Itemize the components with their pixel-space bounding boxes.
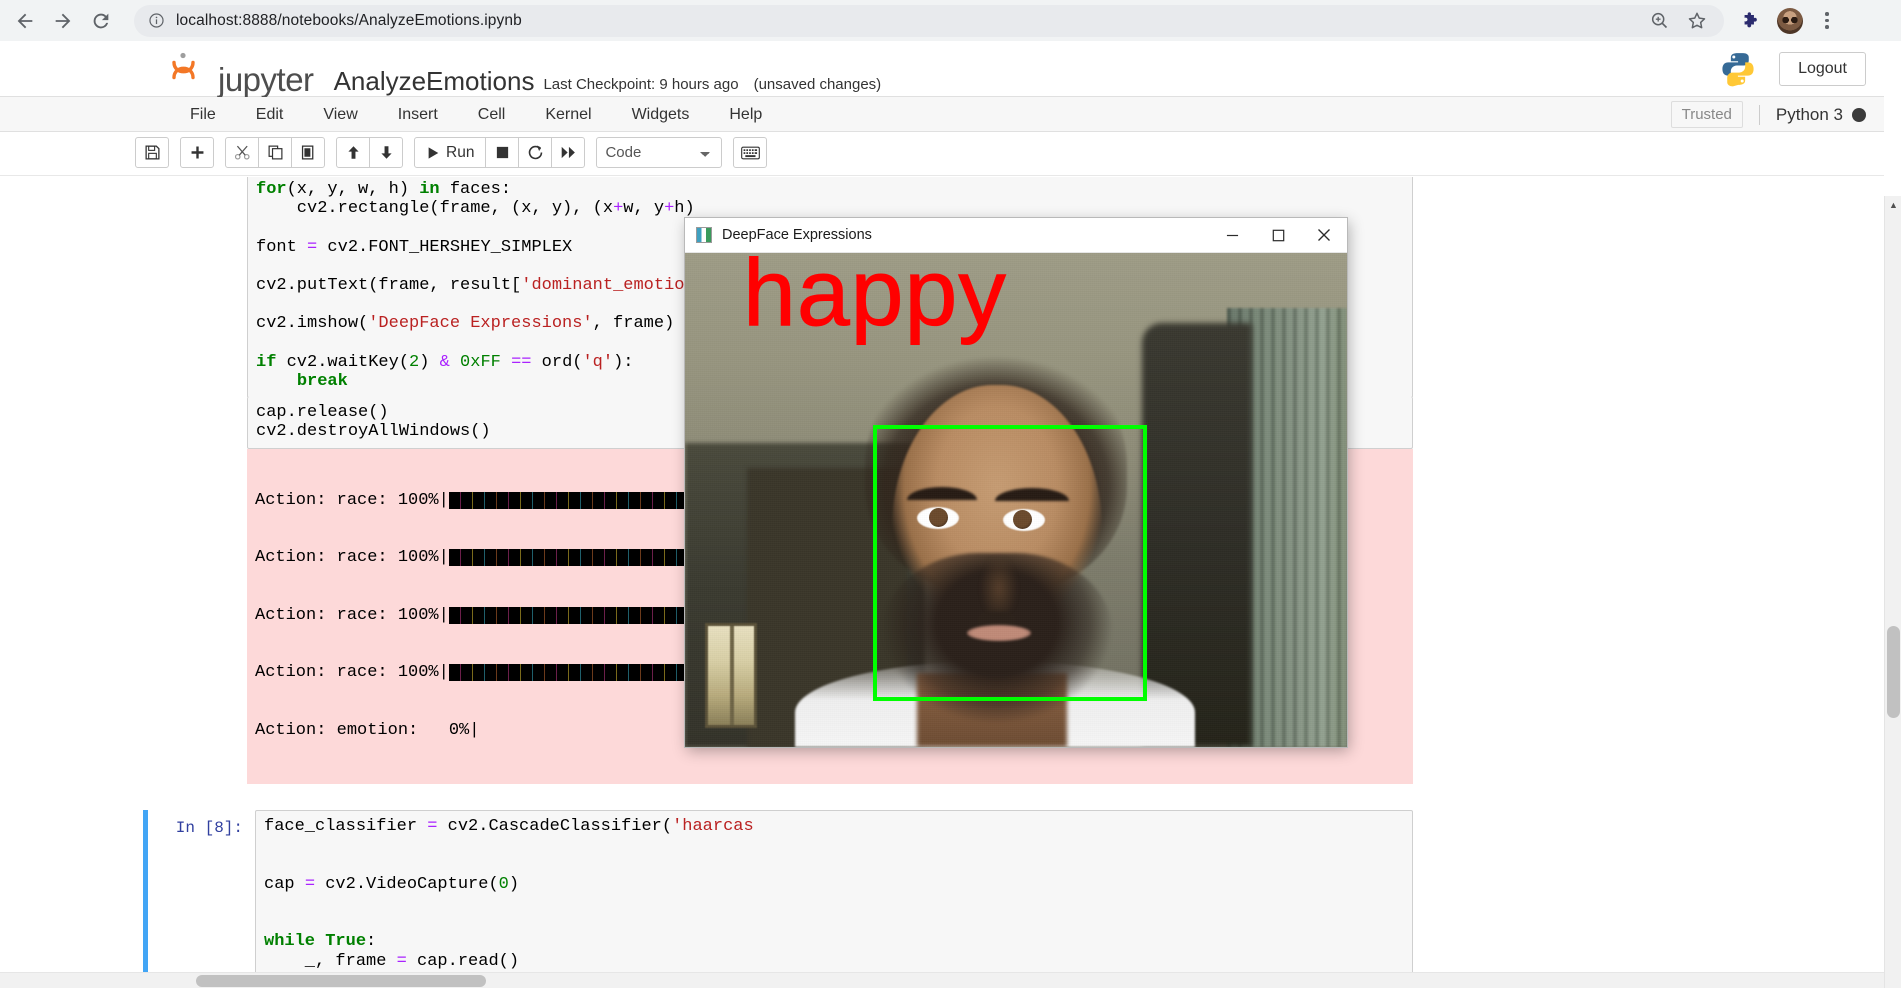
address-bar-url: localhost:8888/notebooks/AnalyzeEmotions…	[176, 11, 522, 29]
jupyter-toolbar: Run Code	[0, 132, 1884, 176]
save-floppy-icon[interactable]	[135, 137, 169, 168]
progress-label: Action: race: 100%|	[255, 605, 449, 625]
menu-item-file[interactable]: File	[170, 97, 236, 132]
cell-type-select[interactable]: Code Markdown Raw NBConvert Heading	[596, 137, 723, 168]
jupyter-header: jupyter AnalyzeEmotions Last Checkpoint:…	[0, 41, 1884, 98]
toolbar-group-command-palette	[733, 137, 768, 168]
progress-label: Action: emotion: 0%|	[255, 720, 480, 740]
kernel-name-label: Python 3	[1775, 104, 1843, 124]
menu-item-widgets[interactable]: Widgets	[612, 97, 710, 132]
arrow-up-icon[interactable]	[336, 137, 370, 168]
browser-toolbar: localhost:8888/notebooks/AnalyzeEmotions…	[0, 0, 1901, 41]
vertical-scrollbar-thumb[interactable]	[1887, 626, 1900, 718]
cell-prompt	[143, 177, 247, 784]
toolbar-group-clipboard	[225, 137, 325, 168]
restart-circular-arrow-icon[interactable]	[518, 137, 553, 168]
browser-right-actions	[1724, 7, 1848, 34]
address-bar[interactable]: localhost:8888/notebooks/AnalyzeEmotions…	[134, 4, 1724, 37]
video-bright-window	[705, 623, 757, 728]
notebook-name[interactable]: AnalyzeEmotions	[334, 66, 535, 97]
run-button[interactable]: Run	[414, 137, 487, 168]
deepface-window-title: DeepFace Expressions	[722, 227, 872, 243]
plus-icon[interactable]	[180, 137, 214, 168]
zoom-in-icon[interactable]	[1649, 10, 1670, 31]
logout-button[interactable]: Logout	[1779, 52, 1866, 86]
arrow-down-icon[interactable]	[369, 137, 403, 168]
jupyter-app: jupyter AnalyzeEmotions Last Checkpoint:…	[0, 41, 1884, 988]
menu-item-help[interactable]: Help	[709, 97, 782, 132]
horizontal-scrollbar[interactable]	[0, 972, 1884, 988]
progress-label: Action: race: 100%|	[255, 663, 449, 683]
menu-item-view[interactable]: View	[303, 97, 377, 132]
toolbar-group-run: Run	[414, 137, 586, 168]
notebook-unsaved-status: (unsaved changes)	[753, 76, 882, 93]
puzzle-piece-icon[interactable]	[1740, 10, 1762, 32]
header-right-actions: Logout	[1719, 50, 1866, 88]
maximize-icon[interactable]	[1255, 218, 1301, 253]
menu-item-kernel[interactable]: Kernel	[525, 97, 611, 132]
paste-icon[interactable]	[291, 137, 325, 168]
webcam-video-frame: happy	[685, 253, 1347, 747]
star-icon[interactable]	[1686, 10, 1708, 32]
menu-item-cell[interactable]: Cell	[458, 97, 526, 132]
run-button-label: Run	[446, 143, 475, 161]
progress-label: Action: race: 100%|	[255, 548, 449, 568]
jupyter-menubar: File Edit View Insert Cell Kernel Widget…	[0, 97, 1884, 132]
jupyter-wordmark: jupyter	[218, 61, 314, 98]
code-editor-selected[interactable]: face_classifier = cv2.CascadeClassifier(…	[255, 810, 1413, 988]
minimize-icon[interactable]	[1209, 218, 1255, 253]
python-logo-icon	[1722, 53, 1754, 87]
toolbar-group-insert	[180, 137, 214, 168]
horizontal-scrollbar-thumb[interactable]	[196, 975, 486, 987]
code-cell-selected[interactable]: In [8]: face_classifier = cv2.CascadeCla…	[143, 810, 1413, 988]
forward-arrow-icon[interactable]	[44, 2, 82, 40]
browser-nav-buttons	[0, 2, 120, 40]
profile-avatar-icon[interactable]	[1777, 7, 1803, 34]
notebook-left-gutter	[0, 177, 18, 988]
toolbar-group-move	[336, 137, 403, 168]
opencv-app-icon	[696, 227, 712, 243]
stop-square-icon[interactable]	[485, 137, 520, 168]
cell-prompt-in8: In [8]:	[175, 819, 243, 838]
menu-item-insert[interactable]: Insert	[378, 97, 458, 132]
trusted-badge[interactable]: Trusted	[1670, 101, 1743, 128]
emotion-label-text: happy	[743, 253, 1007, 347]
menu-item-edit[interactable]: Edit	[236, 97, 304, 132]
kernel-indicator[interactable]: Python 3	[1758, 104, 1866, 125]
info-circle-icon	[149, 13, 164, 28]
play-icon	[428, 146, 439, 159]
screen-root: localhost:8888/notebooks/AnalyzeEmotions…	[0, 0, 1901, 988]
page-body: jupyter AnalyzeEmotions Last Checkpoint:…	[0, 41, 1901, 988]
window-controls	[1209, 218, 1347, 253]
keyboard-icon[interactable]	[733, 137, 768, 168]
progress-label: Action: race: 100%|	[255, 490, 449, 510]
scissors-icon[interactable]	[225, 137, 259, 168]
deepface-window[interactable]: DeepFace Expressions happy	[685, 218, 1347, 747]
vertical-scrollbar[interactable]: ▲ ▼	[1884, 196, 1901, 988]
back-arrow-icon[interactable]	[6, 2, 44, 40]
fast-forward-icon[interactable]	[551, 137, 586, 168]
toolbar-group-save	[135, 137, 169, 168]
face-detection-box	[873, 425, 1147, 701]
notebook-checkpoint: Last Checkpoint: 9 hours ago	[543, 76, 739, 93]
notebook-title-row: jupyter AnalyzeEmotions Last Checkpoint:…	[170, 48, 882, 98]
reload-icon[interactable]	[82, 2, 120, 40]
jupyter-logo-icon[interactable]	[170, 48, 214, 88]
kernel-busy-indicator-icon	[1852, 107, 1866, 122]
kebab-menu-icon[interactable]	[1818, 12, 1836, 29]
omnibox-actions	[1649, 10, 1710, 32]
cell-body-selected: face_classifier = cv2.CascadeClassifier(…	[255, 810, 1413, 988]
close-x-icon[interactable]	[1301, 218, 1347, 253]
scroll-up-arrow-icon[interactable]: ▲	[1885, 196, 1901, 213]
copy-icon[interactable]	[258, 137, 292, 168]
deepface-window-titlebar[interactable]: DeepFace Expressions	[685, 218, 1347, 253]
emotion-overlay: happy	[685, 253, 1347, 393]
